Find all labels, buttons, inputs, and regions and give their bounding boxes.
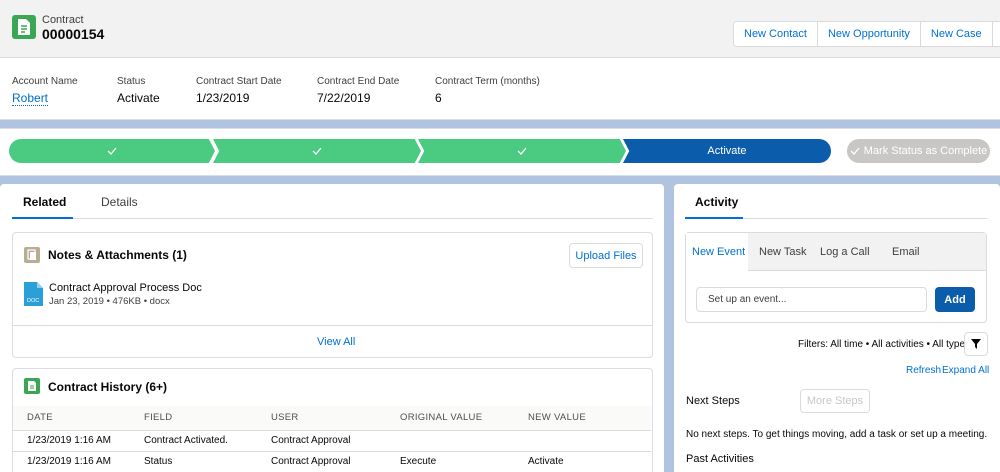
table-row: 1/23/2019 1:16 AM Status Contract Approv… [13,451,651,472]
account-name-label: Account Name [12,76,78,87]
end-date-label: Contract End Date [317,76,400,87]
filter-button[interactable] [964,332,988,356]
start-date-label: Contract Start Date [196,76,282,87]
contract-history-icon [24,378,40,394]
path-step-current[interactable]: Activate [623,139,831,163]
past-activities-title: Past Activities [686,453,754,465]
new-contact-button[interactable]: New Contact [734,22,818,46]
account-name-link[interactable]: Robert [12,91,49,106]
status-label: Status [117,76,146,87]
tab-details[interactable]: Details [101,195,138,209]
tab-new-event[interactable]: New Event [692,246,745,258]
check-icon [312,147,322,155]
cell-original-value: Execute [386,451,514,472]
cell-field: Status [130,451,257,472]
tab-new-task[interactable]: New Task [759,246,806,258]
tab-divider [12,218,653,219]
term-value: 6 [435,91,442,105]
mark-status-complete-button[interactable]: Mark Status as Complete [847,139,990,163]
end-date-value: 7/22/2019 [317,91,371,105]
check-icon [107,147,117,155]
col-new-value[interactable]: NEW VALUE [514,406,651,431]
tab-related-indicator [12,217,73,219]
path-step-2[interactable] [213,139,421,163]
event-input[interactable]: Set up an event... [696,287,927,312]
add-button[interactable]: Add [935,287,975,312]
tab-email[interactable]: Email [892,246,920,258]
tab-activity[interactable]: Activity [695,195,738,209]
account-name-value[interactable]: Robert [12,91,49,106]
view-all-link[interactable]: View All [317,336,355,348]
cell-date: 1/23/2019 1:16 AM [13,451,130,472]
file-name-link[interactable]: Contract Approval Process Doc [49,282,202,294]
cell-user: Contract Approval [257,430,386,452]
cell-new-value: Activate [514,451,651,472]
tab-log-a-call[interactable]: Log a Call [820,246,870,258]
history-title[interactable]: Contract History (6+) [48,380,167,394]
record-name: 00000154 [42,26,105,42]
upload-files-button[interactable]: Upload Files [569,243,643,268]
tab-activity-indicator [685,217,743,219]
cell-date: 1/23/2019 1:16 AM [13,430,130,452]
col-field[interactable]: FIELD [130,406,257,431]
contract-icon [12,15,36,39]
path-step-current-label: Activate [707,145,747,157]
notes-icon [24,247,40,263]
status-value: Activate [117,91,160,105]
new-case-button[interactable]: New Case [921,22,993,46]
next-steps-empty: No next steps. To get things moving, add… [686,429,988,440]
path-step-1[interactable] [9,139,215,163]
col-original-value[interactable]: ORIGINAL VALUE [386,406,514,431]
history-table: DATE FIELD USER ORIGINAL VALUE NEW VALUE… [13,406,651,472]
col-date[interactable]: DATE [13,406,130,431]
object-label: Contract [42,14,84,26]
header-actions: New Contact New Opportunity New Case [733,21,1000,47]
expand-all-link[interactable]: Expand All [942,365,989,376]
cell-user: Contract Approval [257,451,386,472]
more-steps-button[interactable]: More Steps [800,389,870,413]
file-meta: Jan 23, 2019 • 476KB • docx [49,296,170,307]
tab-related[interactable]: Related [23,195,66,209]
mark-complete-label: Mark Status as Complete [863,145,988,157]
cell-new-value [514,430,651,452]
check-icon [850,147,860,155]
check-icon [517,147,527,155]
filters-text: Filters: All time • All activities • All… [798,339,971,350]
new-opportunity-button[interactable]: New Opportunity [818,22,921,46]
table-row: 1/23/2019 1:16 AM Contract Activated. Co… [13,430,651,452]
notes-footer-divider [13,325,652,326]
col-user[interactable]: USER [257,406,386,431]
term-label: Contract Term (months) [435,76,540,87]
cell-field: Contract Activated. [130,430,257,452]
path-step-3[interactable] [418,139,626,163]
doc-file-icon[interactable]: DOC [24,282,43,306]
cell-original-value [386,430,514,452]
refresh-link[interactable]: Refresh [906,365,941,376]
filter-icon [971,339,981,349]
start-date-value: 1/23/2019 [196,91,250,105]
notes-title[interactable]: Notes & Attachments (1) [48,248,187,262]
next-steps-title: Next Steps [686,395,740,407]
history-header-row: DATE FIELD USER ORIGINAL VALUE NEW VALUE [13,406,651,431]
svg-text:DOC: DOC [27,298,39,304]
more-actions-button[interactable] [993,22,1000,46]
